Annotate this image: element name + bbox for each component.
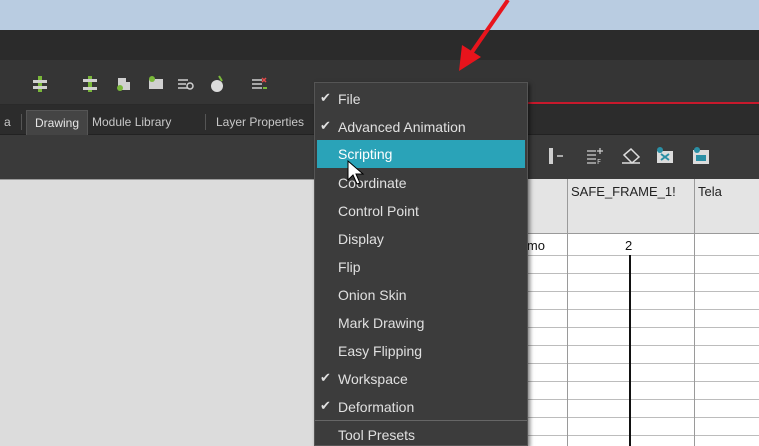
check-icon: ✔ <box>320 90 331 105</box>
menu-item-label: Mark Drawing <box>338 315 425 331</box>
menu-item-label: Workspace <box>338 371 408 387</box>
fill-icon[interactable] <box>620 145 642 167</box>
toolbar-context-menu: ✔ File ✔ Advanced Animation Scripting Co… <box>314 82 528 446</box>
xsheet-column-header[interactable]: Tela <box>694 179 759 234</box>
tab-module-library[interactable]: Module Library <box>84 110 179 135</box>
title-bar <box>0 0 759 30</box>
clone-icon[interactable] <box>146 74 166 94</box>
menu-item-label: Easy Flipping <box>338 343 423 359</box>
onion-skin-icon[interactable] <box>207 74 227 94</box>
menu-item-label: Onion Skin <box>338 287 407 303</box>
menu-item-label: File <box>338 91 361 107</box>
menu-item-label: Deformation <box>338 399 415 415</box>
table-row <box>520 346 759 364</box>
insert-drawing-icon[interactable] <box>80 74 100 94</box>
active-indicator-line <box>520 102 759 104</box>
menu-item-mark-drawing[interactable]: Mark Drawing <box>315 309 527 337</box>
menu-item-label: Advanced Animation <box>338 119 466 135</box>
table-row <box>520 256 759 274</box>
duplicate-drawing-icon[interactable] <box>114 74 134 94</box>
menu-item-deformation[interactable]: ✔ Deformation <box>315 393 527 421</box>
table-row <box>520 400 759 418</box>
menu-item-label: Display <box>338 231 384 247</box>
table-row <box>520 418 759 436</box>
table-row <box>520 436 759 446</box>
table-row: imo 2 <box>520 234 759 256</box>
xsheet-column-header[interactable]: SAFE_FRAME_1! <box>567 179 694 234</box>
tab-drawing[interactable]: Drawing <box>26 110 89 135</box>
tab-layer-properties[interactable]: Layer Properties <box>208 110 312 135</box>
add-drawing-icon[interactable] <box>30 74 50 94</box>
svg-text:F: F <box>597 158 601 166</box>
table-row <box>520 310 759 328</box>
menu-item-file[interactable]: ✔ File <box>315 85 527 113</box>
table-row <box>520 364 759 382</box>
column-icon[interactable] <box>546 145 568 167</box>
exposure-hold-line <box>629 255 631 446</box>
mouse-cursor-icon <box>347 160 365 185</box>
menu-item-advanced-animation[interactable]: ✔ Advanced Animation <box>315 113 527 141</box>
tab-separator <box>21 114 22 130</box>
check-icon: ✔ <box>320 370 331 385</box>
column-divider <box>567 179 568 446</box>
menu-item-workspace[interactable]: ✔ Workspace <box>315 365 527 393</box>
menu-item-flip[interactable]: Flip <box>315 253 527 281</box>
table-row <box>520 328 759 346</box>
column-divider <box>694 179 695 446</box>
menu-item-label: Control Point <box>338 203 419 219</box>
menu-item-control-point[interactable]: Control Point <box>315 197 527 225</box>
add-column-icon[interactable]: F <box>584 145 606 167</box>
table-row <box>520 274 759 292</box>
xsheet-grid: SAFE_FRAME_1! Tela imo 2 <box>520 179 759 446</box>
export-icon[interactable] <box>690 145 712 167</box>
motion-tool-icon[interactable] <box>176 74 196 94</box>
menu-item-label: Tool Presets <box>338 427 416 443</box>
menu-item-onion-skin[interactable]: Onion Skin <box>315 281 527 309</box>
check-icon: ✔ <box>320 398 331 413</box>
menu-item-easy-flipping[interactable]: Easy Flipping <box>315 337 527 365</box>
menu-item-display[interactable]: Display <box>315 225 527 253</box>
delete-column-icon[interactable] <box>654 145 676 167</box>
table-row <box>520 382 759 400</box>
check-icon: ✔ <box>320 118 331 133</box>
table-row <box>520 292 759 310</box>
tab-partial[interactable]: a <box>0 110 19 135</box>
menu-bar <box>0 30 759 60</box>
xsheet-cell[interactable]: 2 <box>625 238 632 253</box>
menu-item-label: Flip <box>338 259 361 275</box>
delete-drawing-icon[interactable] <box>249 74 269 94</box>
menu-item-tool-presets[interactable]: Tool Presets <box>315 421 527 446</box>
tab-separator <box>205 114 206 130</box>
